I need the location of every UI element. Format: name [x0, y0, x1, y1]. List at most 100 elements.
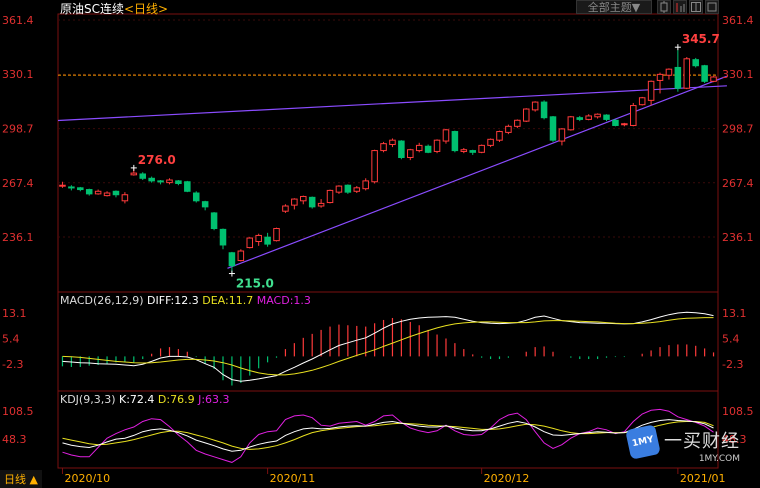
price-tick-left: 236.1 — [2, 231, 34, 244]
candle-mode-icon — [660, 1, 668, 13]
candle-down — [210, 212, 218, 230]
candle-up — [558, 128, 566, 142]
macd-diff-line — [62, 311, 714, 382]
candle-down — [451, 131, 459, 152]
annotation-label: 276.0 — [138, 153, 176, 167]
axis-labels: 361.4 361.4 330.1 330.1 298.7 298.7 267.4 267.4… — [2, 14, 754, 485]
macd-tick-left: 13.1 — [2, 307, 27, 320]
macd-legend: MACD(26,12,9) DIFF:12.3 DEA:11.7 MACD:1.… — [60, 294, 311, 307]
candle-down — [175, 180, 182, 184]
candle-down — [603, 114, 610, 120]
candle-down — [112, 190, 120, 196]
candle-up — [300, 195, 307, 202]
trend-lines — [57, 75, 728, 269]
candle-up — [433, 139, 441, 152]
candle-up — [362, 180, 369, 190]
candle-up — [478, 144, 485, 153]
kdj-d-line — [62, 421, 714, 450]
candle-up — [246, 237, 254, 249]
layout-icon[interactable] — [689, 0, 703, 14]
candle-up — [683, 58, 691, 89]
candle-up — [380, 143, 387, 152]
candle-down — [219, 228, 227, 246]
kdj-j-line — [62, 408, 714, 463]
candle-down — [157, 180, 164, 183]
candle-up — [291, 198, 298, 206]
price-tick-right: 330.1 — [722, 68, 754, 81]
candle-up — [594, 113, 601, 118]
price-tick-right: 267.4 — [722, 177, 754, 190]
price-tick-left: 330.1 — [2, 68, 34, 81]
candle-up — [522, 108, 530, 122]
candle-up — [255, 234, 262, 243]
indicator-icon[interactable] — [673, 0, 687, 14]
kdj-tick-right: 108.5 — [722, 405, 754, 418]
candle-up — [505, 125, 512, 133]
date-tick-label: 2020/10 — [64, 472, 110, 485]
theme-dropdown[interactable]: 全部主题▼ — [576, 0, 652, 14]
chart-canvas[interactable]: 361.4 361.4 330.1 330.1 298.7 298.7 267.4 267.4… — [0, 0, 760, 487]
kdj-panel — [62, 408, 714, 463]
candle-up — [665, 68, 673, 76]
price-tick-left: 361.4 — [2, 14, 34, 27]
candle-up — [531, 101, 539, 111]
close-icon — [707, 2, 717, 12]
candle-up — [647, 80, 655, 101]
macd-tick-right: -2.3 — [722, 358, 743, 371]
kdj-tick-left: 108.5 — [2, 405, 34, 418]
close-window-icon[interactable] — [705, 0, 719, 14]
candle-down — [469, 150, 476, 153]
annotation-label: 345.7 — [682, 32, 720, 46]
chart-mode-icon[interactable] — [657, 0, 671, 14]
kdj-tick-left: 48.3 — [2, 433, 27, 446]
kdj-legend: KDJ(9,3,3) K:72.4 D:76.9 J:63.3 — [60, 393, 230, 406]
candle-up — [638, 97, 646, 106]
candle-up — [621, 123, 628, 126]
kdj-k-value: K:72.4 — [119, 393, 155, 406]
candle-down — [308, 196, 316, 208]
date-tick-label: 2020/12 — [484, 472, 530, 485]
candle-up — [273, 228, 280, 242]
price-tick-right: 361.4 — [722, 14, 754, 27]
date-tick-label: 2020/11 — [270, 472, 316, 485]
candle-up — [353, 187, 361, 192]
candle-down — [540, 101, 548, 119]
macd-diff-value: DIFF:12.3 — [147, 294, 199, 307]
candle-down — [701, 65, 708, 82]
candle-up — [317, 202, 325, 207]
candle-down — [192, 192, 200, 202]
candle-down — [228, 252, 236, 267]
chart-title: 原油SC连续<日线> — [60, 0, 168, 17]
candle-up — [130, 172, 138, 176]
watermark-brand: 一买财经 — [664, 431, 740, 452]
candle-up — [630, 105, 637, 126]
macd-tick-right: 5.4 — [722, 333, 740, 346]
candle-up — [94, 190, 102, 195]
macd-name: MACD(26,12,9) — [60, 294, 144, 307]
period-tab[interactable]: 日线 ▲ — [0, 470, 42, 488]
candle-down — [344, 184, 352, 193]
macd-dea-value: DEA:11.7 — [202, 294, 254, 307]
candle-up — [389, 139, 396, 146]
candle-up — [407, 149, 414, 159]
candle-down — [692, 59, 699, 67]
candle-down — [184, 181, 191, 192]
candle-up — [460, 149, 468, 152]
candle-down — [398, 140, 405, 159]
candle-up — [487, 138, 494, 146]
period-selector[interactable]: <日线> — [124, 2, 168, 16]
candle-up — [567, 116, 575, 131]
price-tick-right: 298.7 — [722, 123, 754, 136]
date-tick-label: 2021/01 — [680, 472, 726, 485]
candle-down — [201, 201, 209, 208]
candle-down — [576, 117, 584, 120]
candle-down — [148, 177, 155, 182]
grid-icon — [691, 2, 701, 12]
lower-trendline — [227, 75, 728, 269]
candle-up — [335, 185, 343, 193]
candle-down — [612, 119, 619, 126]
price-annotations: 276.0 215.0 345.7 — [130, 32, 720, 291]
candle-up — [237, 250, 245, 262]
annotation-label: 215.0 — [236, 277, 274, 291]
price-tick-right: 236.1 — [722, 231, 754, 244]
